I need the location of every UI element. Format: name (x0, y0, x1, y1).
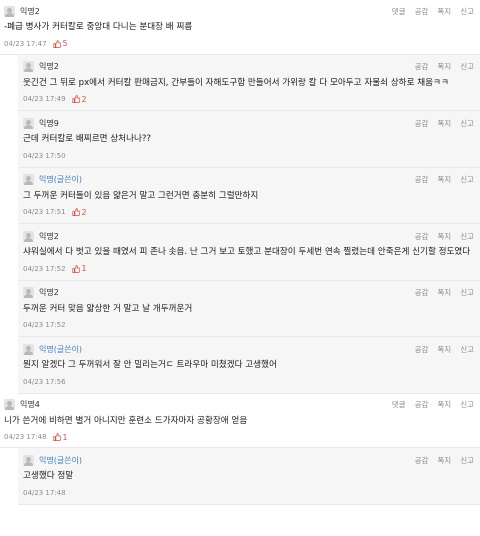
dislike-button[interactable]: 폭지 (437, 344, 451, 355)
avatar (4, 5, 15, 17)
report-button[interactable]: 신고 (460, 399, 474, 410)
comment-time: 04/23 17:52 (23, 321, 66, 329)
comment-time: 04/23 17:52 (23, 264, 66, 273)
dislike-button[interactable]: 폭지 (437, 399, 451, 410)
comment-author: 익명4 (20, 400, 40, 409)
avatar (4, 399, 15, 410)
reply-comment: 익명9 공감 폭지 신고 근데 커터칼로 배찌르면 상처나나?? 04/23 1… (18, 111, 480, 168)
dislike-button[interactable]: 폭지 (437, 455, 451, 466)
comment-list: 익명2 댓글 공감 폭지 신고 -폐급 병사가 커터칼로 중앙대 다니는 분대장… (0, 0, 480, 505)
report-button[interactable]: 신고 (460, 61, 474, 72)
dislike-button[interactable]: 폭지 (437, 6, 451, 17)
dislike-button[interactable]: 폭지 (437, 118, 451, 129)
thumbs-up-icon (72, 264, 80, 273)
reply-comment: 익명(글쓴이) 공감 폭지 신고 고생했다 정말 04/23 17:48 (18, 448, 480, 505)
comment-author: 익명2 (39, 288, 59, 297)
report-button[interactable]: 신고 (460, 118, 474, 129)
comment-text: 근데 커터칼로 배찌르면 상처나나?? (23, 134, 152, 144)
like-button[interactable]: 공감 (415, 174, 429, 185)
comment-author: 익명2 (39, 62, 59, 71)
comment-time: 04/23 17:47 (4, 39, 47, 48)
comment-time: 04/23 17:50 (23, 151, 66, 160)
like-count-value: 2 (81, 207, 87, 217)
like-button[interactable]: 공감 (415, 344, 429, 355)
like-count-value: 2 (81, 94, 87, 104)
like-count: 2 (72, 207, 87, 217)
thumbs-up-icon (72, 208, 80, 216)
comment-text: 샤워실에서 다 벗고 있을 때였서 피 존나 솟음. 난 그거 보고 토했고 분… (23, 247, 471, 257)
like-count-value: 1 (81, 264, 87, 273)
comment-text: 그 두꺼운 커터들이 있음 얇은거 말고 그런거면 충분히 그럴만하지 (23, 190, 259, 201)
comment: 익명2 댓글 공감 폭지 신고 -폐급 병사가 커터칼로 중앙대 다니는 분대장… (0, 0, 480, 55)
report-button[interactable]: 신고 (460, 174, 474, 185)
like-button[interactable]: 공감 (415, 6, 429, 17)
thumbs-up-icon (53, 433, 61, 441)
report-button[interactable]: 신고 (460, 231, 474, 242)
comment-author: 익명(글쓴이) (39, 344, 83, 354)
comment-text: 니가 쓴거에 비하면 별거 아니지만 훈련소 드가자마자 공황장애 얻음 (4, 415, 248, 426)
avatar (23, 230, 34, 242)
like-button[interactable]: 공감 (415, 455, 429, 466)
like-count-value: 1 (62, 432, 68, 442)
comment-author: 익명(글쓴이) (39, 175, 83, 184)
dislike-button[interactable]: 폭지 (437, 231, 451, 242)
comment-author: 익명2 (20, 6, 40, 16)
avatar (23, 174, 34, 185)
like-count: 5 (53, 39, 68, 48)
like-count: 1 (72, 264, 87, 273)
like-count: 2 (72, 94, 87, 104)
avatar (23, 117, 34, 129)
reply-button[interactable]: 댓글 (392, 6, 406, 17)
like-button[interactable]: 공감 (415, 399, 429, 410)
comment-text: 웃긴건 그 뒤로 px에서 커터칼 판매금지, 간부들이 자해도구함 만들어서 … (23, 77, 449, 88)
comment-time: 04/23 17:48 (4, 433, 47, 441)
reply-comment: 익명2 공감 폭지 신고 샤워실에서 다 벗고 있을 때였서 피 존나 솟음. … (18, 224, 480, 281)
reply-comment: 익명(글쓴이) 공감 폭지 신고 그 두꺼운 커터들이 있음 얇은거 말고 그런… (18, 167, 480, 224)
dislike-button[interactable]: 폭지 (437, 174, 451, 185)
like-count-value: 5 (62, 39, 68, 48)
comment-text: 두꺼운 커터 맞음 얇상한 거 말고 날 개두꺼운거 (23, 303, 193, 314)
reply-comment: 익명(글쓴이) 공감 폭지 신고 뭔지 알겠다 그 두꺼워서 잘 안 밀리는거ㄷ… (18, 337, 480, 394)
comment-author: 익명9 (39, 118, 59, 128)
avatar (23, 61, 34, 72)
comment-time: 04/23 17:51 (23, 208, 66, 216)
dislike-button[interactable]: 폭지 (437, 287, 451, 298)
report-button[interactable]: 신고 (460, 344, 474, 355)
report-button[interactable]: 신고 (460, 6, 474, 17)
avatar (23, 454, 34, 466)
dislike-button[interactable]: 폭지 (437, 61, 451, 72)
comment: 익명4 댓글 공감 폭지 신고 니가 쓴거에 비하면 별거 아니지만 훈련소 드… (0, 393, 480, 448)
like-button[interactable]: 공감 (415, 287, 429, 298)
like-button[interactable]: 공감 (415, 118, 429, 129)
like-button[interactable]: 공감 (415, 61, 429, 72)
comment-text: 고생했다 정말 (23, 471, 74, 481)
comment-text: 뭔지 알겠다 그 두꺼워서 잘 안 밀리는거ㄷ 트라우마 미쳤겠다 고생했어 (23, 360, 277, 370)
reply-button[interactable]: 댓글 (392, 399, 406, 410)
avatar (23, 343, 34, 355)
avatar (23, 287, 34, 298)
comment-author: 익명(글쓴이) (39, 455, 83, 465)
report-button[interactable]: 신고 (460, 455, 474, 466)
comment-text: -폐급 병사가 커터칼로 중앙대 다니는 분대장 배 찌름 (4, 22, 193, 32)
thumbs-up-icon (53, 39, 61, 48)
like-count: 1 (53, 432, 68, 442)
like-button[interactable]: 공감 (415, 231, 429, 242)
comment-time: 04/23 17:48 (23, 488, 66, 497)
thumbs-up-icon (72, 95, 80, 103)
comment-time: 04/23 17:49 (23, 95, 66, 103)
reply-comment: 익명2 공감 폭지 신고 웃긴건 그 뒤로 px에서 커터칼 판매금지, 간부들… (18, 54, 480, 111)
comment-author: 익명2 (39, 231, 59, 241)
comment-time: 04/23 17:56 (23, 377, 66, 386)
report-button[interactable]: 신고 (460, 287, 474, 298)
reply-comment: 익명2 공감 폭지 신고 두꺼운 커터 맞음 얇상한 거 말고 날 개두꺼운거 … (18, 280, 480, 337)
